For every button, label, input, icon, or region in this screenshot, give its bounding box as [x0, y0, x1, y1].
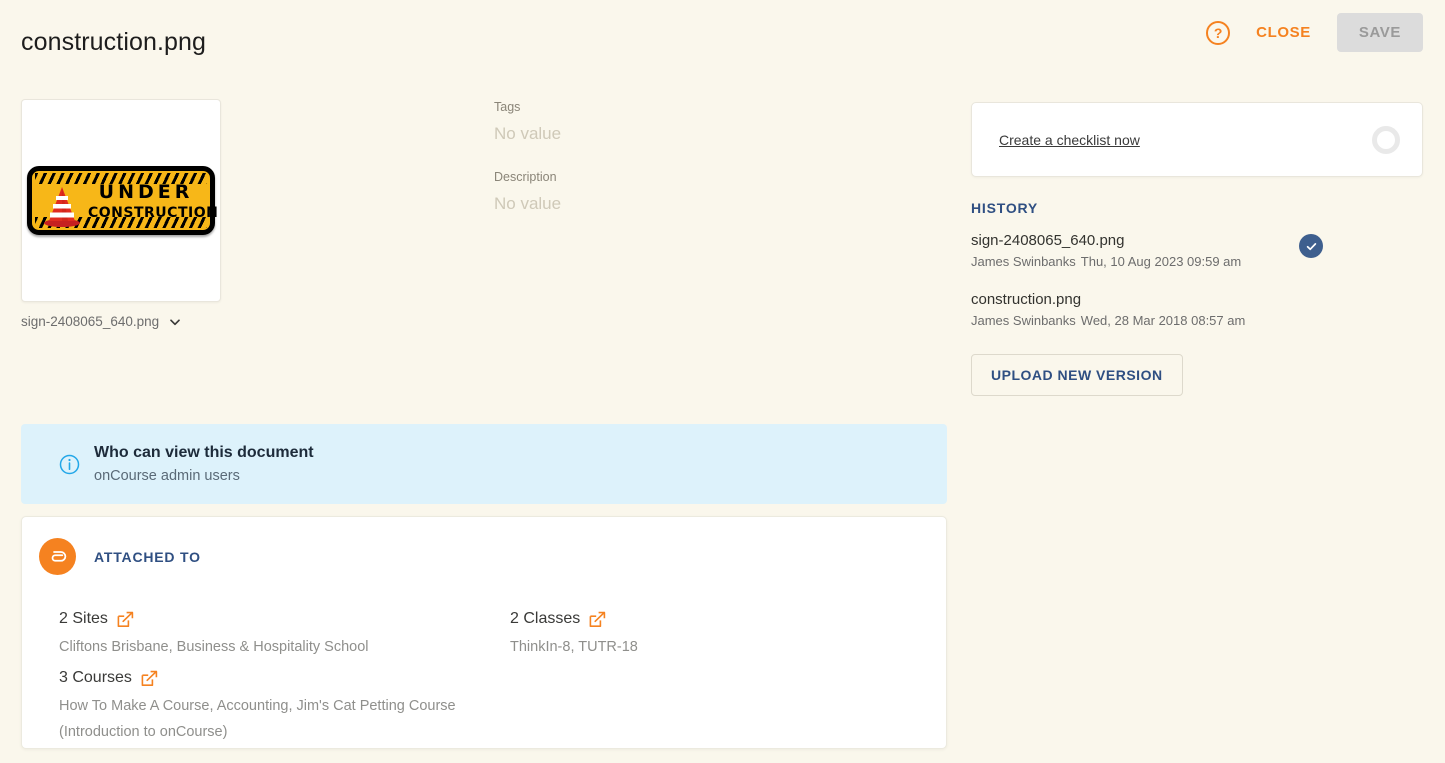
- help-circle-icon[interactable]: ?: [1206, 20, 1231, 45]
- upload-new-version-button[interactable]: UPLOAD NEW VERSION: [971, 354, 1183, 396]
- attached-classes-list: ThinkIn-8, TUTR-18: [510, 639, 638, 655]
- paperclip-icon: [39, 538, 76, 575]
- history-author: James Swinbanks: [971, 313, 1076, 328]
- history-item[interactable]: sign-2408065_640.png James Swinbanks Thu,…: [971, 232, 1423, 269]
- attached-to-groups: 2 Sites Cliftons Brisbane, Business & Ho…: [59, 610, 926, 754]
- classes-count-label: 2 Classes: [510, 610, 581, 627]
- progress-ring-icon: [1372, 125, 1400, 154]
- visibility-info-banner: Who can view this document onCourse admi…: [21, 424, 947, 504]
- attached-to-card: ATTACHED TO 2 Sites Cliftons Brisbane, B…: [21, 516, 947, 749]
- history-timestamp: Thu, 10 Aug 2023 09:59 am: [1080, 254, 1242, 269]
- attached-group-heading: 2 Sites: [59, 610, 510, 628]
- history-author: James Swinbanks: [971, 254, 1076, 269]
- history-item[interactable]: construction.png James Swinbanks Wed, 28 …: [971, 291, 1423, 328]
- attached-group-sites: 2 Sites Cliftons Brisbane, Business & Ho…: [59, 610, 510, 660]
- history-timestamp: Wed, 28 Mar 2018 08:57 am: [1080, 313, 1246, 328]
- header-actions: ? CLOSE SAVE: [1206, 13, 1423, 52]
- traffic-cone-icon: [44, 187, 80, 227]
- document-metadata-fields: Tags No value Description No value: [494, 100, 914, 240]
- courses-count-label: 3 Courses: [59, 669, 132, 687]
- sites-count-label: 2 Sites: [59, 610, 108, 627]
- attached-group-heading: 2 Classes: [510, 610, 926, 628]
- attached-group-courses: 3 Courses How To Make A Course, Accounti…: [59, 669, 510, 745]
- history-meta: James Swinbanks Wed, 28 Mar 2018 08:57 am: [971, 313, 1423, 328]
- history-meta: James Swinbanks Thu, 10 Aug 2023 09:59 am: [971, 254, 1423, 269]
- document-preview-thumbnail[interactable]: UNDER CONSTRUCTION: [21, 99, 221, 302]
- description-field: Description No value: [494, 170, 914, 214]
- attached-to-title: ATTACHED TO: [94, 548, 201, 565]
- banner-subtitle: onCourse admin users: [94, 468, 240, 484]
- tags-field: Tags No value: [494, 100, 914, 144]
- help-glyph: ?: [1213, 24, 1223, 41]
- history-filename: sign-2408065_640.png: [971, 232, 1125, 249]
- history-section: HISTORY sign-2408065_640.png James Swinb…: [971, 200, 1423, 396]
- checklist-card: Create a checklist now: [971, 102, 1423, 177]
- sign-line-1: UNDER: [98, 181, 194, 203]
- info-circle-icon: [59, 454, 80, 474]
- external-link-icon[interactable]: [117, 611, 134, 628]
- description-input[interactable]: No value: [494, 194, 914, 214]
- external-link-icon[interactable]: [141, 670, 158, 687]
- chevron-down-icon[interactable]: [168, 315, 182, 329]
- history-filename: construction.png: [971, 291, 1082, 308]
- sign-line-2: CONSTRUCTION: [88, 205, 219, 221]
- page-title: construction.png: [21, 28, 207, 56]
- tags-label: Tags: [494, 100, 521, 114]
- attached-to-header: ATTACHED TO: [22, 517, 946, 575]
- close-button[interactable]: CLOSE: [1248, 18, 1319, 47]
- banner-title: Who can view this document: [94, 444, 314, 461]
- save-button[interactable]: SAVE: [1336, 13, 1423, 52]
- sign-text: UNDER CONSTRUCTION: [88, 181, 219, 221]
- create-checklist-link[interactable]: Create a checklist now: [999, 132, 1140, 148]
- attached-group-heading: 3 Courses: [59, 669, 510, 687]
- attached-group-classes: 2 Classes ThinkIn-8, TUTR-18: [510, 610, 926, 660]
- preview-filename-label: sign-2408065_640.png: [21, 314, 160, 329]
- tags-input[interactable]: No value: [494, 124, 914, 144]
- external-link-icon[interactable]: [589, 611, 606, 628]
- attached-courses-list: How To Make A Course, Accounting, Jim's …: [59, 698, 456, 740]
- attached-sites-list: Cliftons Brisbane, Business & Hospitalit…: [59, 639, 369, 655]
- preview-filename-selector[interactable]: sign-2408065_640.png: [21, 314, 182, 329]
- under-construction-sign-image: UNDER CONSTRUCTION: [27, 166, 219, 235]
- current-version-check-icon: [1299, 234, 1323, 258]
- description-label: Description: [494, 170, 557, 184]
- history-heading: HISTORY: [971, 200, 1039, 216]
